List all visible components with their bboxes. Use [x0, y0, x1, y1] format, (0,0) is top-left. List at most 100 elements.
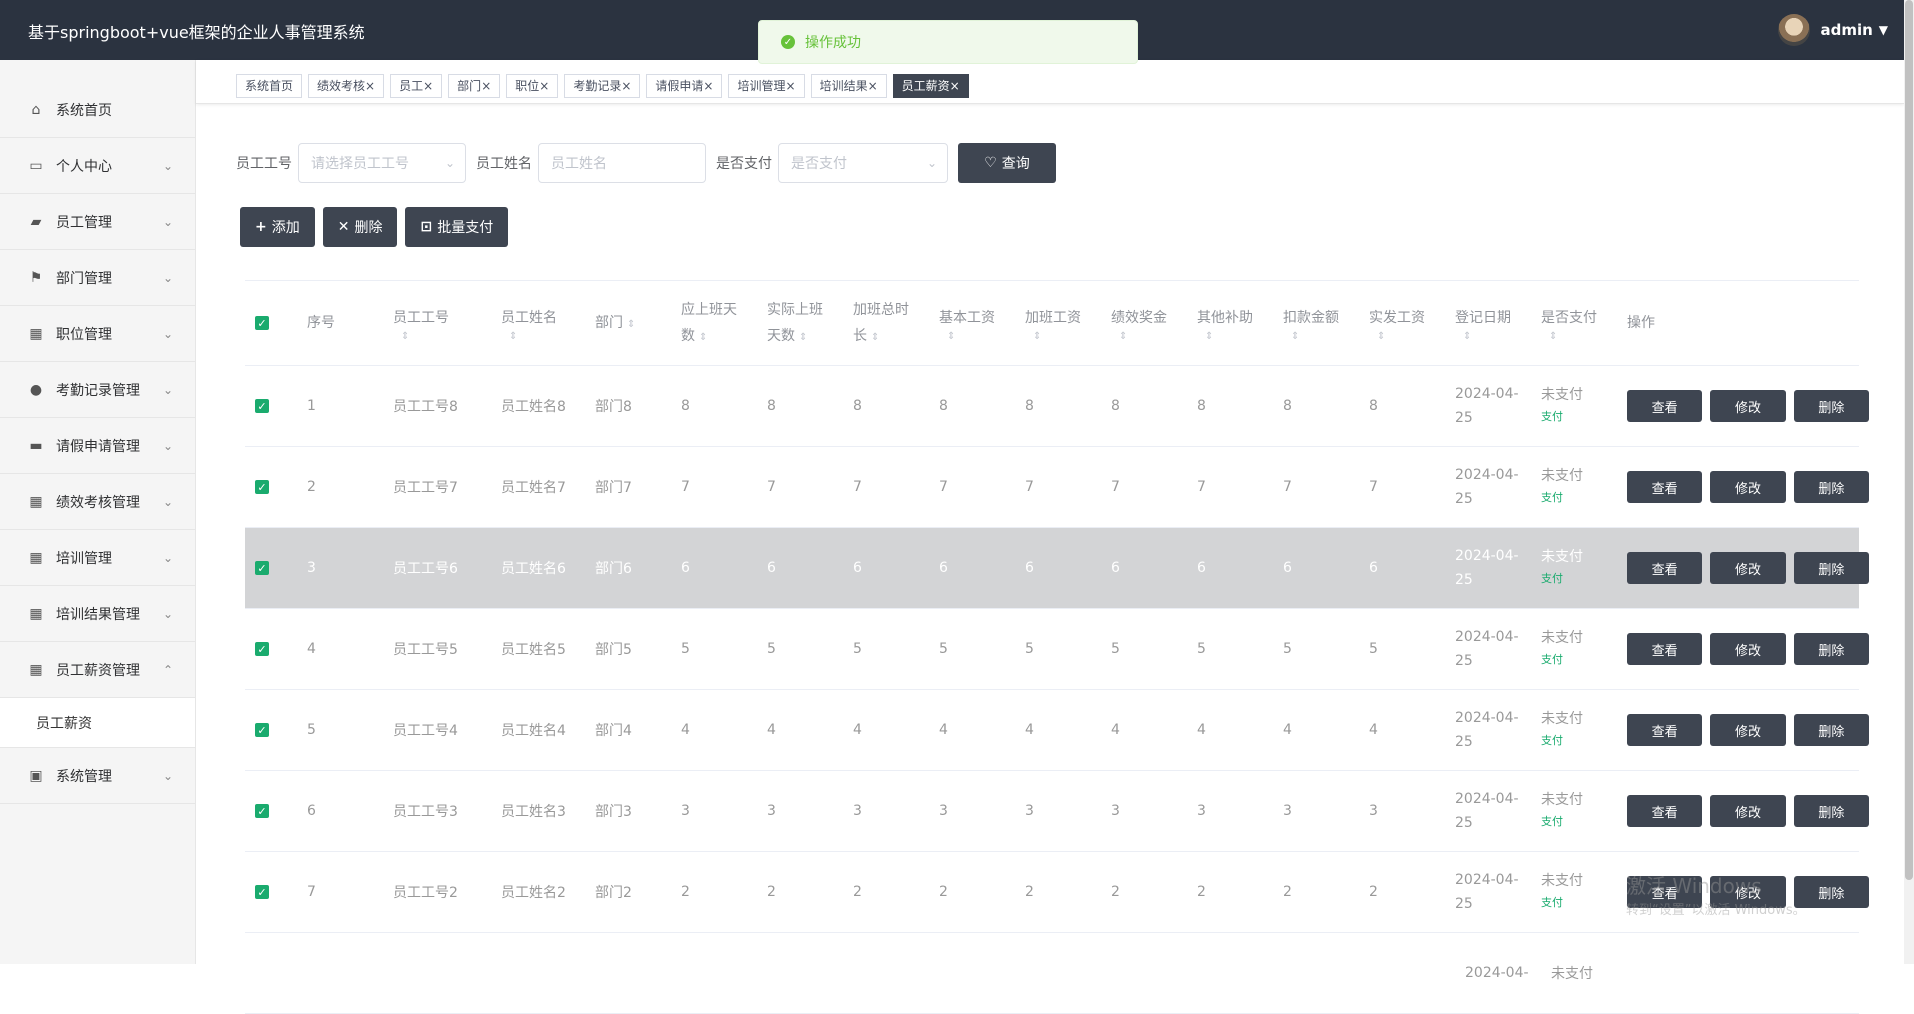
row-delete-button[interactable]: 删除	[1793, 471, 1869, 503]
batch-pay-button[interactable]: ⊡ 批量支付	[405, 207, 509, 247]
row-checkbox[interactable]: ✓	[255, 804, 269, 818]
view-button[interactable]: 查看	[1627, 633, 1703, 665]
tab-tag[interactable]: 请假申请×	[646, 74, 723, 98]
column-header[interactable]: 部门 ⇕	[595, 310, 681, 336]
row-checkbox[interactable]: ✓	[255, 561, 269, 575]
column-header[interactable]: 实发工资 ⇕	[1369, 305, 1455, 342]
table-row[interactable]: ✓ 2 员工工号7 员工姓名7 部门7 7 7 7 7 7 7 7 7 7 2024-04- 25 未支付 支付查…	[245, 447, 1869, 528]
view-button[interactable]: 查看	[1627, 795, 1703, 827]
sidebar-item-2[interactable]: ▰ 员工管理 ⌄	[0, 194, 195, 250]
table-row[interactable]: ✓ 5 员工工号4 员工姓名4 部门4 4 4 4 4 4 4 4 4 4 2024-04- 25 未支付 支付查…	[245, 690, 1869, 771]
pay-link[interactable]: 支付	[1541, 487, 1627, 509]
sidebar-item-system[interactable]: ▣ 系统管理 ⌄	[0, 748, 195, 804]
sort-caret-icon[interactable]: ⇕	[1033, 331, 1111, 342]
pay-link[interactable]: 支付	[1541, 730, 1627, 752]
row-delete-button[interactable]: 删除	[1793, 795, 1869, 827]
column-header[interactable]: 加班总时长 ⇕	[853, 297, 939, 349]
row-delete-button[interactable]: 删除	[1793, 714, 1869, 746]
tab-tag[interactable]: 部门×	[448, 74, 501, 98]
emp-no-select[interactable]: 请选择员工工号 ⌄	[298, 143, 466, 183]
column-header[interactable]: 其他补助 ⇕	[1197, 305, 1283, 342]
sort-caret-icon[interactable]: ⇕	[1291, 331, 1369, 342]
row-checkbox[interactable]: ✓	[255, 885, 269, 899]
sidebar-item-9[interactable]: ▦ 培训结果管理 ⌄	[0, 586, 195, 642]
column-header[interactable]: 员工姓名 ⇕	[501, 305, 595, 342]
pay-link[interactable]: 支付	[1541, 649, 1627, 671]
table-row[interactable]: ✓ 7 员工工号2 员工姓名2 部门2 2 2 2 2 2 2 2 2 2 2024-04- 25 未支付 支付查…	[245, 852, 1869, 933]
close-icon[interactable]: ×	[786, 79, 796, 93]
edit-button[interactable]: 修改	[1710, 714, 1786, 746]
sidebar-item-5[interactable]: ● 考勤记录管理 ⌄	[0, 362, 195, 418]
pay-link[interactable]: 支付	[1541, 406, 1627, 428]
pay-link[interactable]: 支付	[1541, 811, 1627, 833]
avatar[interactable]	[1778, 14, 1811, 46]
sort-caret-icon[interactable]: ⇕	[799, 332, 807, 343]
sort-caret-icon[interactable]: ⇕	[509, 331, 595, 342]
close-icon[interactable]: ×	[621, 79, 631, 93]
sidebar-item-10[interactable]: ▦ 员工薪资管理 ⌃	[0, 642, 195, 698]
sort-caret-icon[interactable]: ⇕	[1119, 331, 1197, 342]
table-row[interactable]: ✓ 1 员工工号8 员工姓名8 部门8 8 8 8 8 8 8 8 8 8 2024-04- 25 未支付 支付查…	[245, 366, 1869, 447]
view-button[interactable]: 查看	[1627, 552, 1703, 584]
sidebar-item-0[interactable]: ⌂ 系统首页	[0, 82, 195, 138]
row-checkbox[interactable]: ✓	[255, 399, 269, 413]
edit-button[interactable]: 修改	[1710, 552, 1786, 584]
view-button[interactable]: 查看	[1627, 714, 1703, 746]
edit-button[interactable]: 修改	[1710, 795, 1786, 827]
sort-caret-icon[interactable]: ⇕	[627, 319, 635, 330]
column-header[interactable]: 登记日期 ⇕	[1455, 305, 1541, 342]
sort-caret-icon[interactable]: ⇕	[401, 331, 501, 342]
paid-select[interactable]: 是否支付 ⌄	[778, 143, 948, 183]
sidebar-item-1[interactable]: ▭ 个人中心 ⌄	[0, 138, 195, 194]
sidebar-item-3[interactable]: ⚑ 部门管理 ⌄	[0, 250, 195, 306]
user-menu[interactable]: admin ▼	[1778, 14, 1888, 46]
column-header[interactable]: 是否支付 ⇕	[1541, 305, 1627, 342]
table-row[interactable]: ✓ 3 员工工号6 员工姓名6 部门6 6 6 6 6 6 6 6 6 6 2024-04- 25 未支付 支付查…	[245, 528, 1869, 609]
sort-caret-icon[interactable]: ⇕	[871, 332, 879, 343]
view-button[interactable]: 查看	[1627, 471, 1703, 503]
sort-caret-icon[interactable]: ⇕	[1549, 331, 1627, 342]
close-icon[interactable]: ×	[950, 79, 960, 93]
close-icon[interactable]: ×	[868, 79, 878, 93]
column-header[interactable]: 应上班天数 ⇕	[681, 297, 767, 349]
tab-tag[interactable]: 培训管理×	[728, 74, 805, 98]
sort-caret-icon[interactable]: ⇕	[699, 332, 707, 343]
close-icon[interactable]: ×	[539, 79, 549, 93]
tab-tag[interactable]: 员工薪资×	[892, 74, 969, 98]
column-header[interactable]: 实际上班 天数 ⇕	[767, 297, 853, 349]
close-icon[interactable]: ×	[481, 79, 491, 93]
column-header[interactable]: 员工工号 ⇕	[393, 305, 501, 342]
row-delete-button[interactable]: 删除	[1793, 552, 1869, 584]
column-header[interactable]: 加班工资 ⇕	[1025, 305, 1111, 342]
sidebar-subitem-salary[interactable]: 员工薪资	[0, 698, 195, 748]
row-checkbox[interactable]: ✓	[255, 723, 269, 737]
caret-down-icon[interactable]: ▼	[1879, 23, 1888, 37]
tab-tag[interactable]: 职位×	[506, 74, 559, 98]
sort-caret-icon[interactable]: ⇕	[1463, 331, 1541, 342]
tab-tag[interactable]: 考勤记录×	[564, 74, 641, 98]
row-checkbox[interactable]: ✓	[255, 480, 269, 494]
select-all-checkbox[interactable]: ✓	[255, 316, 269, 330]
scrollbar-thumb[interactable]	[1905, 0, 1913, 880]
username[interactable]: admin	[1820, 21, 1872, 39]
view-button[interactable]: 查看	[1627, 390, 1703, 422]
close-icon[interactable]: ×	[365, 79, 375, 93]
tab-tag[interactable]: 培训结果×	[810, 74, 887, 98]
edit-button[interactable]: 修改	[1710, 471, 1786, 503]
page-scrollbar[interactable]	[1904, 0, 1914, 964]
add-button[interactable]: + 添加	[240, 207, 315, 247]
column-header[interactable]: 基本工资 ⇕	[939, 305, 1025, 342]
emp-name-input[interactable]: 员工姓名	[538, 143, 706, 183]
edit-button[interactable]: 修改	[1710, 633, 1786, 665]
row-delete-button[interactable]: 删除	[1793, 633, 1869, 665]
edit-button[interactable]: 修改	[1710, 390, 1786, 422]
sort-caret-icon[interactable]: ⇕	[1377, 331, 1455, 342]
row-delete-button[interactable]: 删除	[1793, 390, 1869, 422]
tab-tag[interactable]: 系统首页	[236, 74, 303, 98]
close-icon[interactable]: ×	[703, 79, 713, 93]
sidebar-item-7[interactable]: ▦ 绩效考核管理 ⌄	[0, 474, 195, 530]
column-header[interactable]: 扣款金额 ⇕	[1283, 305, 1369, 342]
tab-tag[interactable]: 员工×	[390, 74, 443, 98]
table-row-partial[interactable]: 2024-04- 未支付	[245, 933, 1859, 1014]
tab-tag[interactable]: 绩效考核×	[308, 74, 385, 98]
